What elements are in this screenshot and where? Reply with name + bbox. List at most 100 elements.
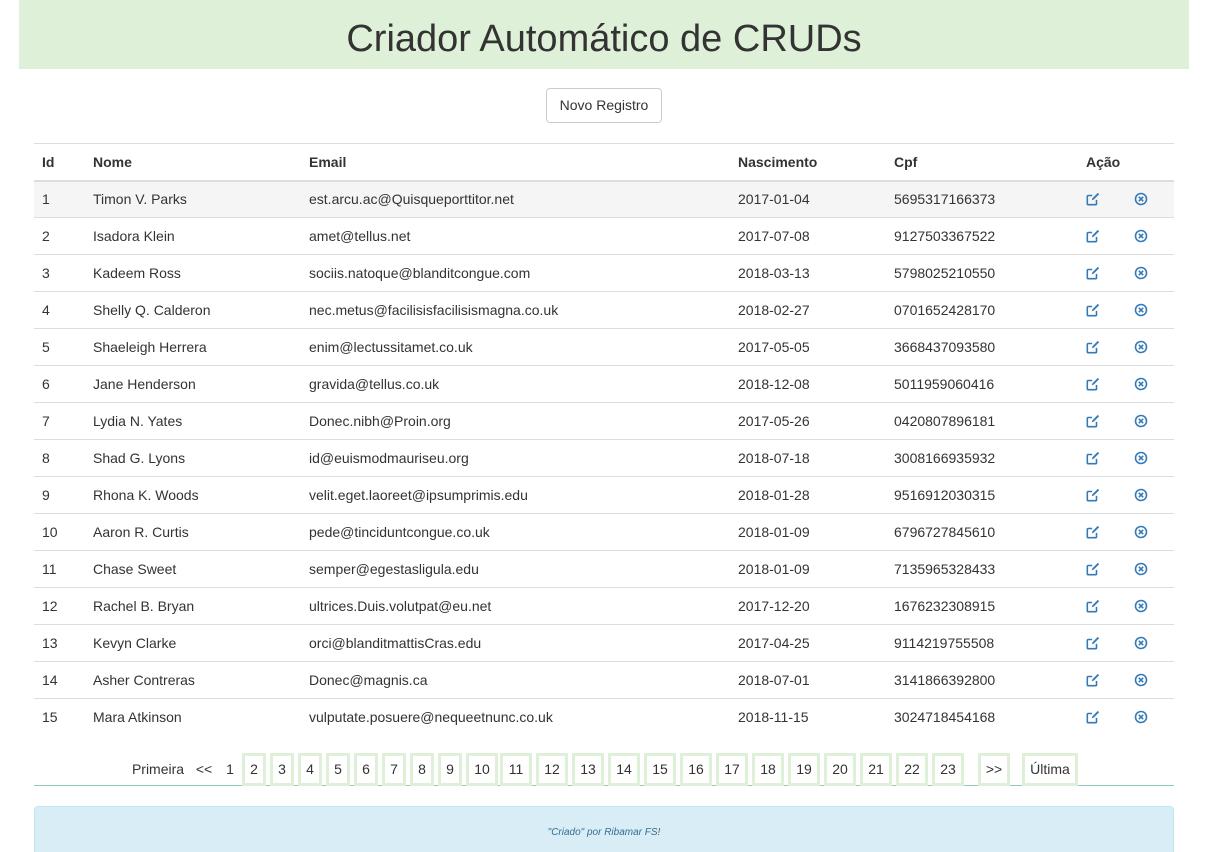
cell-delete: [1126, 550, 1174, 588]
pagination-page-5[interactable]: 5: [326, 753, 350, 786]
cell-nascimento: 2018-02-27: [730, 291, 886, 329]
footer-credit: "Criado" por Ribamar FS!: [547, 827, 661, 838]
edit-icon[interactable]: [1086, 451, 1102, 467]
table-header-row: Id Nome Email Nascimento Cpf Ação: [34, 143, 1174, 182]
edit-icon[interactable]: [1086, 414, 1102, 430]
edit-icon[interactable]: [1086, 266, 1102, 282]
pagination-page-23[interactable]: 23: [932, 753, 964, 786]
footer: "Criado" por Ribamar FS!: [34, 806, 1174, 852]
pagination-page-2[interactable]: 2: [242, 753, 266, 786]
pagination-page-15[interactable]: 15: [644, 753, 676, 786]
cell-edit: [1078, 476, 1126, 514]
column-header-email: Email: [301, 143, 730, 182]
cell-id: 6: [34, 365, 85, 403]
pagination-first-link[interactable]: Primeira: [126, 752, 190, 786]
cell-delete: [1126, 476, 1174, 514]
cell-nome: Asher Contreras: [85, 661, 301, 699]
cell-delete: [1126, 365, 1174, 403]
cell-nascimento: 2017-01-04: [730, 180, 886, 218]
delete-circle-icon[interactable]: [1134, 340, 1150, 356]
cell-email: est.arcu.ac@Quisqueporttitor.net: [301, 180, 730, 218]
cell-nascimento: 2018-01-09: [730, 513, 886, 551]
table-row: 9 Rhona K. Woods velit.eget.laoreet@ipsump…: [34, 476, 1174, 514]
pagination-page-3[interactable]: 3: [270, 753, 294, 786]
cell-id: 2: [34, 217, 85, 255]
cell-cpf: 5798025210550: [886, 254, 1078, 292]
delete-circle-icon[interactable]: [1134, 636, 1150, 652]
cell-delete: [1126, 291, 1174, 329]
cell-delete: [1126, 439, 1174, 477]
edit-icon[interactable]: [1086, 636, 1102, 652]
delete-circle-icon[interactable]: [1134, 710, 1150, 726]
pagination-page-6[interactable]: 6: [354, 753, 378, 786]
edit-icon[interactable]: [1086, 710, 1102, 726]
delete-circle-icon[interactable]: [1134, 414, 1150, 430]
pagination-next-link[interactable]: >>: [978, 753, 1010, 786]
pagination-page-4[interactable]: 4: [298, 753, 322, 786]
pagination-page-17[interactable]: 17: [716, 753, 748, 786]
pagination-prev-link[interactable]: <<: [192, 752, 216, 786]
edit-icon[interactable]: [1086, 673, 1102, 689]
cell-id: 8: [34, 439, 85, 477]
cell-email: velit.eget.laoreet@ipsumprimis.edu: [301, 476, 730, 514]
edit-icon[interactable]: [1086, 525, 1102, 541]
cell-delete: [1126, 328, 1174, 366]
edit-icon[interactable]: [1086, 192, 1102, 208]
edit-icon[interactable]: [1086, 229, 1102, 245]
pagination-page-13[interactable]: 13: [572, 753, 604, 786]
cell-id: 15: [34, 698, 85, 736]
cell-nascimento: 2018-01-28: [730, 476, 886, 514]
delete-circle-icon[interactable]: [1134, 488, 1150, 504]
cell-edit: [1078, 698, 1126, 736]
cell-nome: Jane Henderson: [85, 365, 301, 403]
pagination-page-16[interactable]: 16: [680, 753, 712, 786]
table-row: 13 Kevyn Clarke orci@blanditmattisCras.edu…: [34, 624, 1174, 662]
cell-edit: [1078, 291, 1126, 329]
cell-email: semper@egestasligula.edu: [301, 550, 730, 588]
pagination-page-20[interactable]: 20: [824, 753, 856, 786]
pagination-page-8[interactable]: 8: [410, 753, 434, 786]
cell-edit: [1078, 587, 1126, 625]
delete-circle-icon[interactable]: [1134, 525, 1150, 541]
edit-icon[interactable]: [1086, 599, 1102, 615]
pagination-page-7[interactable]: 7: [382, 753, 406, 786]
cell-nascimento: 2017-07-08: [730, 217, 886, 255]
pagination-page-22[interactable]: 22: [896, 753, 928, 786]
pagination-page-21[interactable]: 21: [860, 753, 892, 786]
cell-nome: Shad G. Lyons: [85, 439, 301, 477]
delete-circle-icon[interactable]: [1134, 192, 1150, 208]
pagination-page-19[interactable]: 19: [788, 753, 820, 786]
cell-id: 7: [34, 402, 85, 440]
cell-edit: [1078, 624, 1126, 662]
cell-email: Donec.nibh@Proin.org: [301, 402, 730, 440]
delete-circle-icon[interactable]: [1134, 303, 1150, 319]
cell-id: 1: [34, 180, 85, 218]
cell-delete: [1126, 513, 1174, 551]
cell-nome: Rachel B. Bryan: [85, 587, 301, 625]
edit-icon[interactable]: [1086, 488, 1102, 504]
delete-circle-icon[interactable]: [1134, 377, 1150, 393]
table-row: 5 Shaeleigh Herrera enim@lectussitamet.co.…: [34, 328, 1174, 366]
pagination-last-link[interactable]: Última: [1022, 753, 1078, 786]
delete-circle-icon[interactable]: [1134, 266, 1150, 282]
edit-icon[interactable]: [1086, 377, 1102, 393]
cell-nascimento: 2017-05-05: [730, 328, 886, 366]
pagination-page-18[interactable]: 18: [752, 753, 784, 786]
delete-circle-icon[interactable]: [1134, 673, 1150, 689]
pagination-page-14[interactable]: 14: [608, 753, 640, 786]
pagination-page-9[interactable]: 9: [438, 753, 462, 786]
pagination-page-12[interactable]: 12: [536, 753, 568, 786]
edit-icon[interactable]: [1086, 340, 1102, 356]
new-record-button[interactable]: Novo Registro: [546, 88, 662, 123]
pagination-page-11[interactable]: 11: [500, 753, 532, 786]
pagination-page-10[interactable]: 10: [466, 753, 498, 786]
edit-icon[interactable]: [1086, 562, 1102, 578]
cell-id: 11: [34, 550, 85, 588]
cell-email: ultrices.Duis.volutpat@eu.net: [301, 587, 730, 625]
delete-circle-icon[interactable]: [1134, 229, 1150, 245]
delete-circle-icon[interactable]: [1134, 562, 1150, 578]
delete-circle-icon[interactable]: [1134, 451, 1150, 467]
cell-id: 3: [34, 254, 85, 292]
edit-icon[interactable]: [1086, 303, 1102, 319]
delete-circle-icon[interactable]: [1134, 599, 1150, 615]
